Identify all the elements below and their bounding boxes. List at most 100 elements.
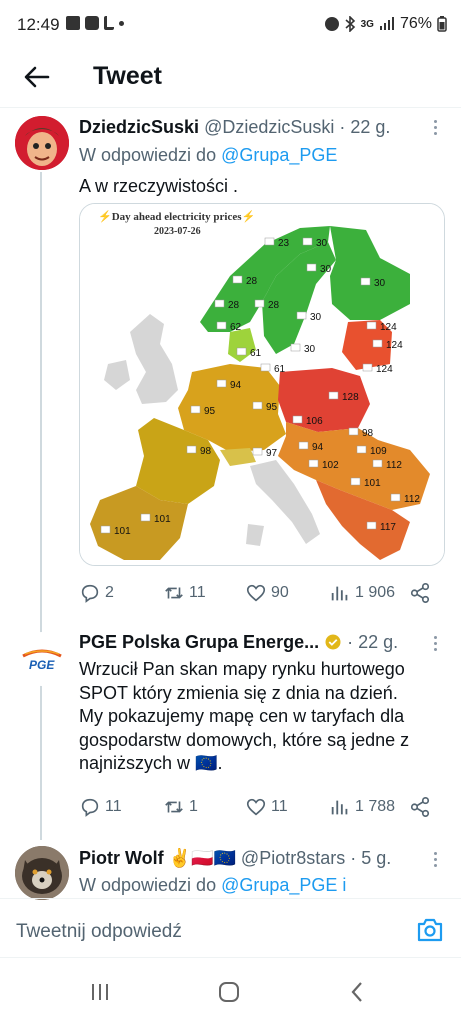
reply-mention-link[interactable]: @Grupa_PGE [221, 145, 337, 165]
more-options-icon[interactable] [430, 634, 440, 654]
country-flag [100, 525, 111, 534]
country-flag [302, 237, 313, 246]
recent-apps-icon[interactable] [88, 980, 112, 1004]
status-time: 12:49 [17, 15, 60, 34]
view-count: 1 906 [355, 584, 396, 601]
country-flag [260, 363, 271, 372]
price-label: 30 [310, 312, 322, 323]
tweet-header: PGE Polska Grupa Energe... · 22 g. [79, 632, 398, 653]
price-label: 30 [320, 264, 332, 275]
tweet-time: · 22 g. [339, 117, 391, 137]
like-count: 11 [271, 798, 288, 815]
author-name[interactable]: Piotr Wolf ✌️🇵🇱🇪🇺 [79, 848, 236, 868]
country-flag [372, 459, 383, 468]
notification-icons [66, 16, 124, 30]
price-label: 101 [114, 526, 131, 537]
bluetooth-icon [345, 16, 355, 32]
verified-badge-icon [325, 634, 341, 650]
share-icon[interactable] [409, 796, 431, 818]
more-notifications-icon [119, 20, 124, 26]
like-button[interactable]: 90 [245, 582, 289, 604]
author-handle[interactable]: @DziedzicSuski [204, 117, 334, 137]
views-icon [331, 586, 348, 601]
price-label: 97 [266, 448, 278, 459]
view-count: 1 788 [355, 798, 396, 815]
avatar[interactable]: PGE [15, 632, 69, 686]
home-icon[interactable] [217, 980, 241, 1004]
tweet-text: Wrzucił Pan skan mapy rynku hurtowego SP… [79, 658, 409, 776]
country-flag [140, 513, 151, 522]
tweet-time: · 22 g. [347, 632, 399, 652]
retweet-button[interactable]: 1 [163, 796, 198, 818]
country-flag [236, 347, 247, 356]
retweet-button[interactable]: 11 [163, 582, 206, 604]
tweet-header: Piotr Wolf ✌️🇵🇱🇪🇺 @Piotr8stars · 5 g. [79, 848, 391, 869]
system-icons: 3G 76% [324, 15, 447, 33]
country-flag [290, 343, 301, 352]
reply-button[interactable]: 11 [79, 796, 122, 818]
country-flag [366, 321, 377, 330]
author-name[interactable]: DziedzicSuski [79, 117, 199, 137]
reply-context: W odpowiedzi do @Grupa_PGE i [79, 875, 346, 896]
price-label: 28 [268, 300, 280, 311]
reply-prefix: W odpowiedzi do [79, 145, 217, 165]
views-button[interactable]: 1 788 [329, 796, 395, 818]
price-label: 23 [278, 238, 290, 249]
country-flag [232, 275, 243, 284]
thread-line [40, 680, 42, 840]
country-flag [390, 493, 401, 502]
price-label: 61 [250, 348, 262, 359]
country-flag [306, 263, 317, 272]
author-name[interactable]: PGE Polska Grupa Energe... [79, 632, 319, 652]
avatar[interactable] [15, 116, 69, 170]
price-label: 124 [376, 364, 393, 375]
like-count: 90 [271, 584, 289, 601]
reply-composer[interactable]: Tweetnij odpowiedź [0, 898, 461, 958]
camera-icon[interactable] [416, 917, 444, 943]
tweet-media-map[interactable]: ⚡Day ahead electricity prices⚡ 2023-07-2… [79, 203, 445, 566]
tweet-text-line: Wrzucił Pan skan mapy rynku hurtowego [79, 659, 405, 679]
back-arrow-icon[interactable] [22, 62, 52, 92]
tweet-text-line: gospodarstw domowych, które są jedne z [79, 729, 410, 750]
price-label: 30 [304, 344, 316, 355]
like-button[interactable]: 11 [245, 796, 288, 818]
reply-button[interactable]: 2 [79, 582, 114, 604]
country-flag [328, 391, 339, 400]
country-flag [216, 379, 227, 388]
price-label: 98 [362, 428, 374, 439]
share-icon[interactable] [409, 582, 431, 604]
country-flag [362, 363, 373, 372]
back-icon[interactable] [346, 980, 370, 1004]
price-label: 95 [266, 402, 278, 413]
price-label: 62 [230, 322, 242, 333]
author-handle[interactable]: @Piotr8stars [241, 848, 345, 868]
price-label: 61 [274, 364, 286, 375]
price-label: 28 [246, 276, 258, 287]
reply-count: 2 [105, 584, 114, 601]
views-button[interactable]: 1 906 [329, 582, 395, 604]
page-title: Tweet [93, 62, 162, 90]
system-nav-bar [0, 960, 461, 1024]
tweet-text-line: najniższych w 🇪🇺. [79, 753, 223, 773]
reply-input-placeholder[interactable]: Tweetnij odpowiedź [16, 921, 182, 943]
price-label: 117 [380, 522, 396, 533]
battery-percent: 76% [399, 15, 432, 32]
puzzle-icon [85, 16, 99, 30]
price-label: 112 [386, 460, 402, 471]
country-flag [350, 477, 361, 486]
country-flag [252, 447, 263, 456]
price-label: 128 [342, 392, 359, 403]
reply-count: 11 [105, 798, 122, 815]
country-flag [298, 441, 309, 450]
reply-mention-link[interactable]: @Grupa_PGE i [221, 875, 346, 895]
more-options-icon[interactable] [430, 850, 440, 870]
avatar[interactable] [15, 846, 69, 900]
app-bar: Tweet [0, 52, 461, 108]
country-flag [366, 521, 377, 530]
price-label: 109 [370, 446, 387, 457]
price-label: 106 [306, 416, 323, 427]
more-options-icon[interactable] [430, 118, 440, 138]
country-flag [214, 299, 225, 308]
country-flag [216, 321, 227, 330]
gallery-icon [66, 16, 80, 30]
